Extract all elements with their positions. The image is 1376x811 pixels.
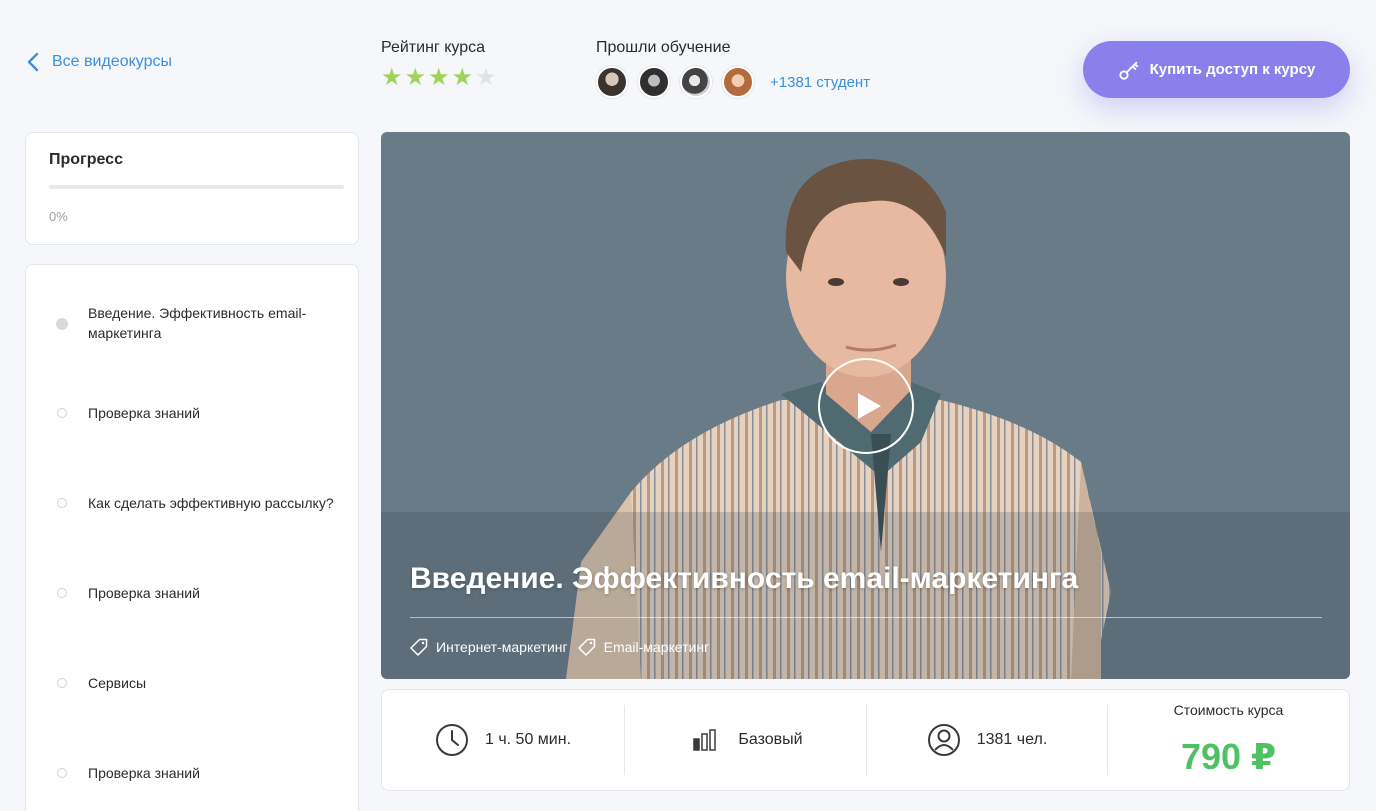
play-icon: [858, 393, 881, 419]
star-icon: ★: [428, 64, 450, 91]
progress-bar: [49, 185, 344, 189]
lesson-status-dot-icon: [57, 498, 67, 508]
lesson-title: Как сделать эффективную рассылку?: [88, 495, 334, 511]
buy-course-button[interactable]: Купить доступ к курсу: [1083, 41, 1350, 98]
lesson-title: Сервисы: [88, 675, 147, 691]
play-button[interactable]: [818, 358, 914, 454]
video-player[interactable]: Введение. Эффективность email-маркетинга…: [381, 132, 1350, 679]
rating-label: Рейтинг курса: [381, 39, 485, 56]
avatar: [638, 66, 670, 98]
lesson-status-dot-icon: [57, 588, 67, 598]
duration-stat: 1 ч. 50 мин.: [382, 705, 624, 775]
students-stat: 1381 чел.: [867, 705, 1107, 775]
tag-label: Интернет-маркетинг: [436, 639, 568, 655]
rating-stars: ★ ★ ★ ★ ★: [381, 66, 497, 90]
lesson-title: Проверка знаний: [88, 405, 200, 421]
tag-internet-marketing[interactable]: Интернет-маркетинг: [410, 638, 568, 656]
lesson-status-dot-icon: [57, 768, 67, 778]
star-icon: ★: [381, 64, 403, 91]
avatar: [680, 66, 712, 98]
lesson-title: Проверка знаний: [88, 765, 200, 781]
price-value: 790 ₽: [1180, 736, 1277, 777]
star-empty-icon: ★: [475, 64, 497, 91]
avatar: [722, 66, 754, 98]
back-to-courses-link[interactable]: Все видеокурсы: [26, 52, 172, 72]
user-icon: [927, 724, 960, 756]
clock-icon: [435, 724, 468, 756]
passed-label: Прошли обучение: [596, 39, 731, 56]
star-icon: ★: [404, 64, 427, 91]
tag-label: Email-маркетинг: [603, 639, 710, 655]
passed-students: Прошли обучение +1381 студент: [596, 39, 870, 98]
course-rating: Рейтинг курса ★ ★ ★ ★ ★: [381, 39, 497, 90]
students-value: 1381 чел.: [976, 731, 1048, 748]
tag-email-marketing[interactable]: Email-маркетинг: [577, 638, 710, 656]
chevron-left-icon: [27, 52, 39, 72]
course-stats: 1 ч. 50 мин. Базовый 1381 чел. Стоимость…: [381, 689, 1350, 791]
lesson-status-dot-icon: [57, 408, 67, 418]
tag-icon: [410, 638, 428, 656]
video-title: Введение. Эффективность email-маркетинга: [410, 562, 1079, 595]
level-stat: Базовый: [625, 705, 866, 775]
student-avatars: +1381 студент: [596, 66, 870, 98]
divider: [410, 617, 1322, 618]
lesson-title: Проверка знаний: [88, 585, 200, 601]
lessons-list: Введение. Эффективность email-маркетинга…: [25, 264, 359, 811]
tag-icon: [577, 638, 595, 656]
progress-title: Прогресс: [49, 151, 123, 168]
students-count-link[interactable]: +1381 студент: [770, 74, 870, 91]
duration-value: 1 ч. 50 мин.: [484, 731, 572, 748]
price-stat: Стоимость курса 790 ₽: [1108, 702, 1349, 777]
level-bars-icon: [693, 729, 717, 751]
avatar: [596, 66, 628, 98]
lesson-status-dot-icon: [57, 678, 67, 688]
back-link-label: Все видеокурсы: [52, 53, 172, 70]
buy-button-label: Купить доступ к курсу: [1149, 61, 1316, 78]
lesson-title: Введение. Эффективность email-маркетинга: [88, 305, 307, 341]
level-value: Базовый: [738, 731, 803, 748]
progress-card: Прогресс 0%: [25, 132, 359, 245]
star-icon: ★: [451, 64, 474, 91]
progress-value: 0%: [49, 209, 68, 224]
lesson-status-dot-icon: [56, 318, 68, 330]
video-tags: Интернет-маркетинг Email-маркетинг: [410, 638, 709, 656]
key-icon: [1118, 61, 1138, 80]
price-label: Стоимость курса: [1173, 702, 1284, 718]
